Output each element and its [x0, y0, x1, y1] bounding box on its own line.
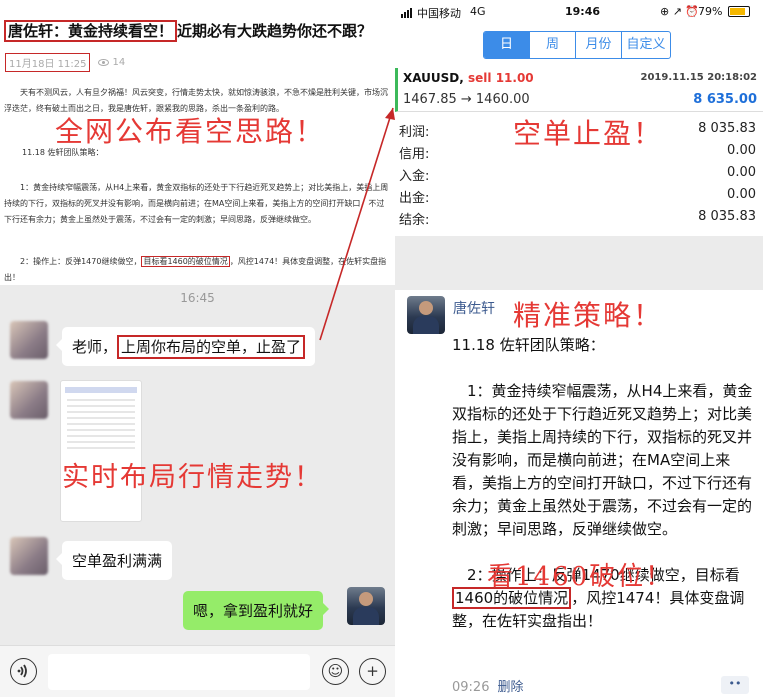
summary-value: 0.00 — [727, 165, 756, 180]
summary-label: 结余: — [399, 213, 430, 228]
status-icons: ⊕ ↗ ⏰ — [660, 5, 700, 18]
order-prices: 1467.85 → 1460.00 — [403, 92, 530, 107]
article-title-highlight: 唐佐轩：黄金持续看空！ — [4, 20, 178, 42]
article-section: 唐佐轩：黄金持续看空！ 近期必有大跌趋势你还不跟？ 11月18日 11:25 14… — [0, 0, 395, 285]
chat-section: 16:45 老师， 上周你布局的空单，止盈了 实时布局行情走势！ 空单盈利满满 嗯… — [0, 285, 395, 697]
chat-message-incoming-2[interactable]: 空单盈利满满 — [55, 541, 173, 580]
chat-message-outgoing[interactable]: 嗯，拿到盈利就好 — [183, 591, 330, 630]
emoji-icon[interactable]: ☺ — [322, 658, 349, 685]
contact-avatar[interactable] — [10, 381, 48, 419]
voice-icon[interactable] — [10, 658, 37, 685]
post-body: 11.18 佐轩团队策略： 1：黄金持续窄幅震荡，从H4上来看，黄金双指标的还处… — [452, 334, 757, 656]
summary-label: 入金: — [399, 169, 430, 184]
overlay-right-mid: 精准策略！ — [513, 299, 664, 332]
overlay-right-top: 空单止盈！ — [513, 117, 664, 150]
chat-image-thumbnail[interactable] — [60, 380, 142, 522]
summary-value: 0.00 — [727, 143, 756, 158]
chat-timestamp: 16:45 — [180, 291, 215, 305]
poster-name[interactable]: 唐佐轩 — [453, 298, 495, 318]
article-paragraph-3: 1：黄金持续窄幅震荡，从H4上来看，黄金双指标的还处于下行趋近死叉趋势上；对比美… — [4, 183, 389, 224]
delete-link[interactable]: 删除 — [497, 680, 523, 695]
post-heading: 11.18 佐轩团队策略： — [452, 336, 605, 354]
battery-percent: 79% — [698, 5, 723, 18]
moment-post: 唐佐轩 精准策略！ 11.18 佐轩团队策略： 1：黄金持续窄幅震荡，从H4上来… — [395, 290, 763, 697]
summary-row-withdrawal: 出金: 0.00 — [399, 185, 756, 207]
post-paragraph-1: 1：黄金持续窄幅震荡，从H4上来看，黄金双指标的还处于下行趋近死叉趋势上；对比美… — [452, 382, 753, 538]
article-title: 唐佐轩：黄金持续看空！ 近期必有大跌趋势你还不跟？ — [4, 20, 373, 42]
composite-screenshot: 唐佐轩：黄金持续看空！ 近期必有大跌趋势你还不跟？ 11月18日 11:25 14… — [0, 0, 763, 697]
post-time: 09:26 — [452, 680, 490, 695]
article-paragraph-4-highlight: 目标看1460的破位情况 — [141, 256, 230, 267]
plus-icon[interactable]: + — [359, 658, 386, 685]
network-type: 4G — [470, 5, 486, 18]
contact-avatar[interactable] — [10, 321, 48, 359]
order-row[interactable]: XAUUSD, sell 11.00 2019.11.15 20:18:02 1… — [395, 68, 763, 112]
summary-label: 利润: — [399, 125, 430, 140]
my-avatar[interactable] — [347, 587, 385, 625]
overlay-left-mid: 实时布局行情走势！ — [62, 462, 323, 493]
tab-month[interactable]: 月份 — [576, 32, 622, 58]
tab-day[interactable]: 日 — [484, 32, 530, 58]
signal-icon — [401, 5, 413, 18]
order-symbol-name: XAUUSD, — [403, 71, 464, 85]
chat-message-1-start: 老师， — [72, 338, 118, 356]
chat-message-1-highlight: 上周你布局的空单，止盈了 — [117, 335, 306, 359]
section-divider — [395, 236, 763, 290]
tab-custom[interactable]: 自定义 — [622, 32, 670, 58]
order-datetime: 2019.11.15 20:18:02 — [640, 72, 758, 83]
left-panel: 唐佐轩：黄金持续看空！ 近期必有大跌趋势你还不跟？ 11月18日 11:25 14… — [0, 0, 395, 697]
summary-row-deposit: 入金: 0.00 — [399, 163, 756, 185]
summary-label: 信用: — [399, 147, 430, 162]
post-footer: 09:26 删除 — [452, 676, 523, 695]
carrier-name: 中国移动 — [417, 7, 461, 20]
summary-value: 8 035.83 — [698, 121, 756, 136]
summary-row-balance: 结余: 8 035.83 — [399, 207, 756, 229]
right-panel: 中国移动 4G 19:46 ⊕ ↗ ⏰ 79% 日 周 月份 自定义 XAUUS… — [395, 0, 763, 697]
overlay-left-top: 全网公布看空思路！ — [55, 115, 326, 148]
eye-icon — [98, 59, 110, 66]
chat-input-bar: ☺ + — [0, 645, 395, 697]
chat-text-input[interactable] — [48, 654, 310, 690]
status-bar: 中国移动 4G 19:46 ⊕ ↗ ⏰ 79% — [395, 0, 763, 24]
article-paragraph-4: 2：操作上：反弹1470继续做空， 目标看1460的破位情况 ，风控1474！具体变… — [4, 254, 389, 286]
summary-value: 0.00 — [727, 187, 756, 202]
overlay-right-low: 看1460破位！ — [487, 562, 674, 592]
status-time: 19:46 — [565, 5, 601, 18]
article-meta: 11月18日 11:25 14 — [5, 53, 125, 72]
order-symbol: XAUUSD, sell 11.00 — [403, 71, 534, 85]
article-title-rest: 近期必有大跌趋势你还不跟？ — [177, 22, 373, 40]
chat-message-incoming-1[interactable]: 老师， 上周你布局的空单，止盈了 — [55, 327, 316, 366]
article-date: 11月18日 11:25 — [5, 53, 91, 72]
order-profit: 8 635.00 — [693, 92, 757, 107]
contact-avatar[interactable] — [10, 537, 48, 575]
order-side: sell 11.00 — [468, 71, 534, 85]
tab-week[interactable]: 周 — [530, 32, 576, 58]
summary-value: 8 035.83 — [698, 209, 756, 224]
summary-label: 出金: — [399, 191, 430, 206]
article-views: 14 — [112, 57, 126, 68]
poster-avatar[interactable] — [407, 296, 445, 334]
article-paragraph-4-start: 2：操作上：反弹1470继续做空， — [20, 257, 142, 266]
more-options-button[interactable]: •• — [721, 676, 749, 694]
period-tabs: 日 周 月份 自定义 — [483, 31, 671, 59]
battery-icon — [728, 6, 750, 17]
